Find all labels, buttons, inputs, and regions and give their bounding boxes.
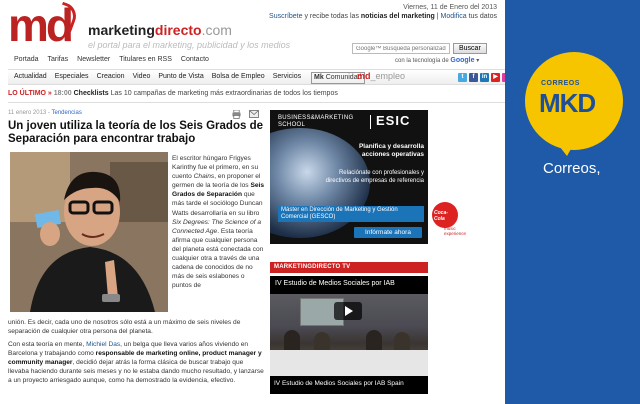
google-logo: Google xyxy=(450,57,475,64)
article-body-column: El escritor húngaro Frigyes Karinthy fue… xyxy=(172,155,265,290)
article-photo xyxy=(10,152,168,312)
subscribe-link[interactable]: Suscríbete xyxy=(269,13,302,20)
coca-cola-logo: Coca-Cola xyxy=(432,202,458,228)
nav-actualidad[interactable]: Actualidad xyxy=(14,73,47,80)
search-input[interactable] xyxy=(352,43,450,54)
facebook-icon[interactable]: f xyxy=(469,73,478,82)
article-tools xyxy=(232,110,259,119)
nav-servicios[interactable]: Servicios xyxy=(273,73,301,80)
nav-bolsa-de-empleo[interactable]: Bolsa de Empleo xyxy=(212,73,265,80)
topnav-newsletter[interactable]: Newsletter xyxy=(77,56,110,63)
topnav-tarifas[interactable]: Tarifas xyxy=(48,56,69,63)
esic-heading: Planifica y desarrolla acciones operativ… xyxy=(358,143,424,158)
article-body-paragraph-1: unión. Es decir, cada uno de nosotros só… xyxy=(8,319,241,336)
print-icon[interactable] xyxy=(232,110,241,119)
twitter-icon[interactable]: t xyxy=(458,73,467,82)
article-photo-illustration xyxy=(10,152,168,312)
correos-slogan: Correos, xyxy=(543,160,601,177)
michiel-das-link[interactable]: Michiel Das xyxy=(86,341,120,348)
topnav-contacto[interactable]: Contacto xyxy=(181,56,209,63)
current-date: Viernes, 11 de Enero del 2013 xyxy=(403,4,497,11)
md-empleo-link[interactable]: md_empleo xyxy=(357,71,405,81)
logo-wordmark: marketingdirecto.com xyxy=(88,22,232,38)
esic-school-label: BUSINESS&MARKETING SCHOOL xyxy=(278,115,354,128)
correos-mkd-ad[interactable]: CORREOS MKD Correos, xyxy=(505,0,640,404)
esic-info-button[interactable]: Infórmate ahora xyxy=(354,227,422,238)
ticker-headline-link[interactable]: Checklists Las 10 campañas de marketing … xyxy=(74,90,338,97)
ticker-time: 18:00 xyxy=(53,90,72,97)
article-body-paragraph-2: Con esta teoría en mente, Michiel Das, u… xyxy=(8,341,264,385)
search-button[interactable]: Buscar xyxy=(453,43,487,54)
search-box: Buscar xyxy=(352,43,487,54)
site-tagline: el portal para el marketing, publicidad … xyxy=(88,40,291,50)
topnav-portada[interactable]: Portada xyxy=(14,56,39,63)
video-title: IV Estudio de Medios Sociales por IAB xyxy=(275,280,395,287)
ticker-label: LO ÚLTIMO » xyxy=(8,90,52,97)
subscribe-line: Suscríbete y recibe todas las noticias d… xyxy=(269,13,497,20)
esic-master-title: Máster en Dirección de Marketing y Gesti… xyxy=(278,206,424,222)
nav-punto-de-vista[interactable]: Punto de Vista xyxy=(158,73,203,80)
main-nav: Actualidad Especiales Creacion Video Pun… xyxy=(8,69,533,85)
correos-label: CORREOS xyxy=(541,80,580,87)
mkd-logo: MKD xyxy=(539,88,596,118)
play-button-icon[interactable] xyxy=(334,302,362,320)
article-headline: Un joven utiliza la teoría de los Seis G… xyxy=(8,120,263,145)
news-ticker: LO ÚLTIMO » 18:00 Checklists Las 10 camp… xyxy=(8,90,505,97)
top-nav: Portada Tarifas Newsletter Titulares en … xyxy=(14,56,209,63)
nav-especiales[interactable]: Especiales xyxy=(55,73,89,80)
esic-banner-ad[interactable]: BUSINESS&MARKETING SCHOOL ESIC Planifica … xyxy=(270,110,428,244)
marketingdirecto-tv-header[interactable]: MARKETINGDIRECTO TV xyxy=(270,262,428,273)
esic-subheading: Relaciónate con profesionales y directiv… xyxy=(325,170,424,184)
youtube-icon[interactable]: ▶ xyxy=(491,73,500,82)
video-caption: IV Estudio de Medios Sociales por IAB Sp… xyxy=(274,380,404,387)
email-icon[interactable] xyxy=(249,110,259,118)
divider xyxy=(8,102,505,103)
topnav-rss[interactable]: Titulares en RSS xyxy=(119,56,172,63)
coca-cola-ad[interactable]: Coca-Cola music experience xyxy=(430,200,468,252)
article-category-link[interactable]: Tendencias xyxy=(52,110,82,116)
google-dropdown-icon: ▾ xyxy=(476,58,480,64)
esic-logo: ESIC xyxy=(376,113,411,128)
linkedin-icon[interactable]: in xyxy=(480,73,489,82)
nav-creacion[interactable]: Creacion xyxy=(97,73,125,80)
google-credit: con la tecnología de Google ▾ xyxy=(395,57,480,64)
coke-music-label: music experience xyxy=(444,226,467,236)
article-meta: 11 enero 2013 - Tendencias xyxy=(8,110,82,116)
video-player[interactable]: IV Estudio de Medios Sociales por IAB IV… xyxy=(270,276,428,394)
modify-link[interactable]: Modifica xyxy=(441,13,467,20)
nav-video[interactable]: Video xyxy=(133,73,151,80)
